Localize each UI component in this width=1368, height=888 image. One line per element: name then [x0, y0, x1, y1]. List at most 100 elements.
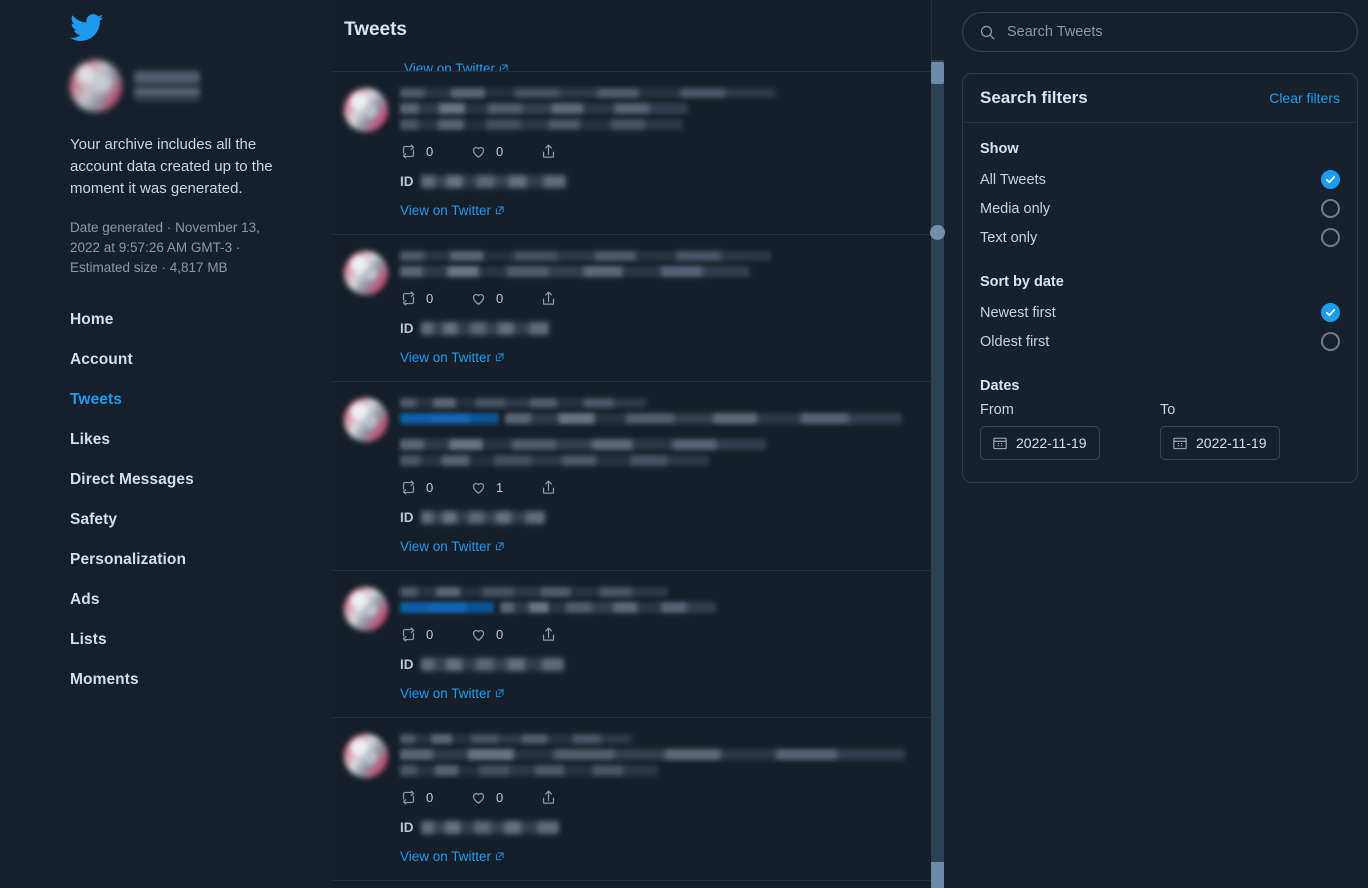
sidebar-item-safety[interactable]: Safety — [70, 500, 332, 540]
like-button[interactable]: 1 — [470, 479, 540, 496]
view-on-twitter-link[interactable]: View on Twitter — [400, 686, 504, 701]
date-to-value: 2022-11-19 — [1196, 435, 1267, 451]
filters-header: Search filters Clear filters — [963, 74, 1357, 123]
sidebar-item-likes[interactable]: Likes — [70, 420, 332, 460]
filter-option-all-tweets[interactable]: All Tweets — [980, 165, 1340, 194]
filters-column: Search filters Clear filters Show All Tw… — [932, 0, 1368, 888]
tweet-text-redacted — [400, 765, 658, 776]
sidebar-item-personalization[interactable]: Personalization — [70, 540, 332, 580]
tweet-author-redacted — [400, 398, 648, 408]
search-input[interactable] — [1007, 24, 1341, 40]
tweet-body: 0 0 ID View on Twitter — [400, 732, 915, 866]
retweet-icon — [402, 291, 415, 306]
external-link-icon — [495, 542, 504, 551]
tweet-card[interactable]: 0 0 ID View on Twitter — [332, 718, 931, 881]
tweet-author-redacted — [400, 587, 668, 597]
tweet-text-redacted — [400, 439, 766, 450]
tweet-text-redacted — [400, 119, 684, 130]
radio-unselected-icon[interactable] — [1321, 332, 1340, 351]
tweet-id-redacted — [420, 658, 564, 671]
sidebar-item-tweets[interactable]: Tweets — [70, 380, 332, 420]
tweet-card[interactable]: 0 0 ID View on Twitter — [332, 72, 931, 235]
retweet-count: 0 — [426, 144, 434, 159]
sidebar-item-ads[interactable]: Ads — [70, 580, 332, 620]
retweet-button[interactable]: 0 — [400, 626, 470, 643]
calendar-icon — [993, 437, 1007, 450]
tweet-id-label: ID — [400, 321, 414, 336]
like-button[interactable]: 0 — [470, 626, 540, 643]
share-button[interactable] — [540, 626, 610, 643]
tweet-card[interactable]: 0 0 ID View on Twitter — [332, 571, 931, 718]
like-count: 0 — [496, 144, 504, 159]
clear-filters-button[interactable]: Clear filters — [1269, 90, 1340, 106]
sidebar-item-moments[interactable]: Moments — [70, 660, 332, 700]
like-button[interactable]: 0 — [470, 290, 540, 307]
share-icon — [542, 144, 555, 158]
tweet-actions: 0 0 — [400, 789, 915, 806]
radio-unselected-icon[interactable] — [1321, 199, 1340, 218]
share-button[interactable] — [540, 479, 610, 496]
tweet-text-redacted — [400, 103, 689, 114]
tweet-mention-redacted — [400, 602, 494, 613]
option-label: Oldest first — [980, 333, 1050, 350]
search-bar[interactable] — [962, 12, 1358, 52]
view-on-twitter-link[interactable]: View on Twitter — [404, 61, 508, 71]
tweets-header: Tweets — [332, 0, 931, 60]
heart-icon — [472, 293, 485, 305]
share-button[interactable] — [540, 789, 610, 806]
date-from-group: From 2022-11-19 — [980, 402, 1160, 460]
radio-selected-icon[interactable] — [1321, 303, 1340, 322]
filter-option-text-only[interactable]: Text only — [980, 223, 1340, 252]
view-on-twitter-link[interactable]: View on Twitter — [400, 849, 504, 864]
retweet-button[interactable]: 0 — [400, 479, 470, 496]
tweet-text-redacted — [505, 413, 902, 424]
sidebar-item-home[interactable]: Home — [70, 300, 332, 340]
tweet-card[interactable]: 0 0 ID View on Twitter — [332, 235, 931, 382]
retweet-button[interactable]: 0 — [400, 143, 470, 160]
tweet-mention-redacted — [400, 413, 499, 424]
tweet-body: 0 1 ID View on Twitter — [400, 396, 915, 556]
like-button[interactable]: 0 — [470, 789, 540, 806]
retweet-icon — [402, 480, 415, 495]
filter-option-oldest-first[interactable]: Oldest first — [980, 327, 1340, 356]
scrollbar-thumb[interactable] — [931, 62, 944, 84]
external-link-icon — [499, 64, 508, 71]
date-range-row: From 2022-11-19 To 2022-11-19 — [980, 402, 1340, 460]
view-on-twitter-link[interactable]: View on Twitter — [400, 539, 504, 554]
retweet-button[interactable]: 0 — [400, 789, 470, 806]
retweet-count: 0 — [426, 790, 434, 805]
radio-unselected-icon[interactable] — [1321, 228, 1340, 247]
sidebar-item-direct-messages[interactable]: Direct Messages — [70, 460, 332, 500]
share-button[interactable] — [540, 290, 610, 307]
scrollbar-thumb-bottom[interactable] — [931, 862, 944, 888]
profile-name-redacted — [134, 71, 200, 101]
tweet-text-redacted — [400, 749, 905, 760]
app-root: Your archive includes all the account da… — [0, 0, 1368, 888]
show-group-label: Show — [980, 141, 1019, 157]
date-from-field[interactable]: 2022-11-19 — [980, 426, 1100, 460]
tweets-scrollbar[interactable] — [930, 0, 949, 888]
date-from-value: 2022-11-19 — [1016, 435, 1087, 451]
radio-selected-icon[interactable] — [1321, 170, 1340, 189]
like-button[interactable]: 0 — [470, 143, 540, 160]
scrollbar-handle-dot[interactable] — [930, 225, 945, 240]
avatar — [344, 734, 388, 778]
tweet-author-redacted — [400, 734, 632, 744]
view-on-twitter-link[interactable]: View on Twitter — [400, 350, 504, 365]
avatar — [344, 398, 388, 442]
tweet-body: 0 0 ID View on Twitter — [400, 585, 915, 703]
tweet-id-redacted — [420, 175, 566, 188]
option-label: Text only — [980, 229, 1038, 246]
date-to-field[interactable]: 2022-11-19 — [1160, 426, 1280, 460]
share-button[interactable] — [540, 143, 610, 160]
scrollbar-track[interactable] — [930, 60, 945, 888]
filter-option-media-only[interactable]: Media only — [980, 194, 1340, 223]
option-label: Media only — [980, 200, 1051, 217]
sidebar-item-lists[interactable]: Lists — [70, 620, 332, 660]
filter-option-newest-first[interactable]: Newest first — [980, 298, 1340, 327]
sidebar-nav: Home Account Tweets Likes Direct Message… — [0, 278, 332, 700]
sidebar-item-account[interactable]: Account — [70, 340, 332, 380]
retweet-button[interactable]: 0 — [400, 290, 470, 307]
tweet-card[interactable]: 0 1 ID View on Twitter — [332, 382, 931, 571]
view-on-twitter-link[interactable]: View on Twitter — [400, 203, 504, 218]
